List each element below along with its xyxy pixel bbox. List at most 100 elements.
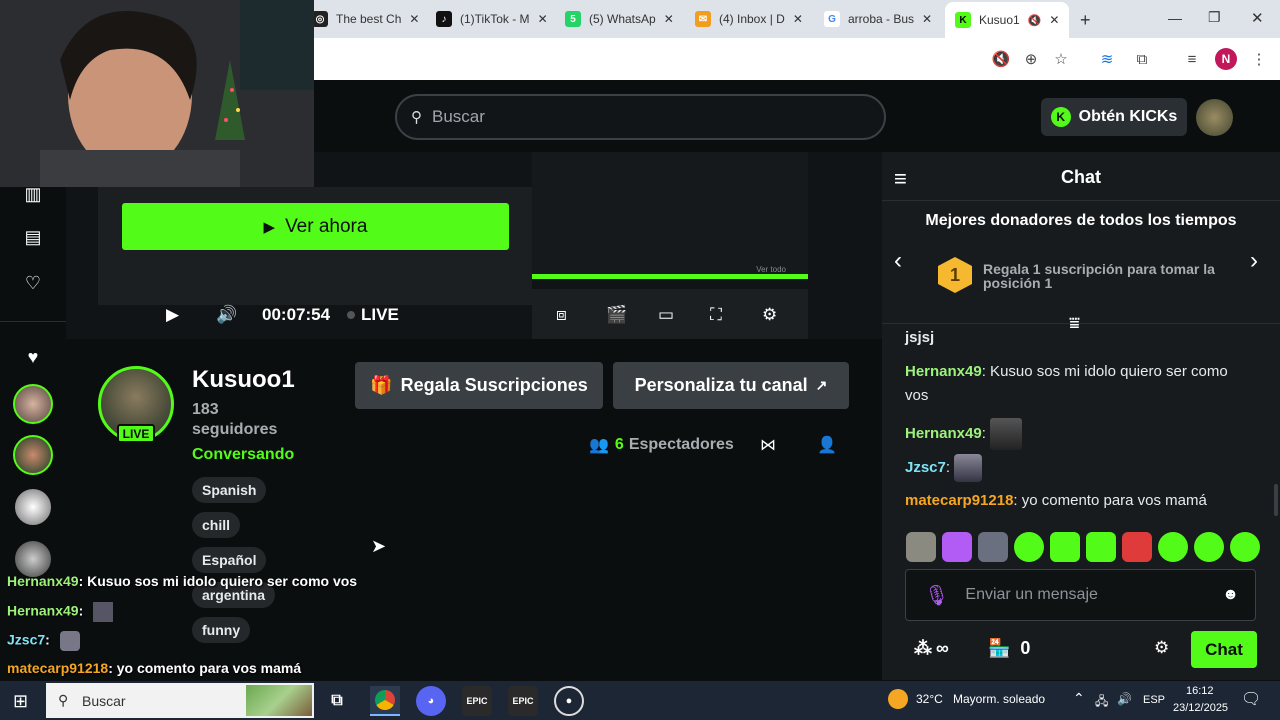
video-progress-bar[interactable]: [532, 274, 808, 279]
bookmark-star-icon[interactable]: ☆: [1050, 48, 1072, 70]
channel-name[interactable]: Kusuoo1: [192, 366, 295, 394]
emote-icon[interactable]: [1158, 532, 1188, 562]
new-tab-icon[interactable]: +: [1080, 10, 1091, 31]
network-icon[interactable]: 🖧: [1095, 692, 1108, 713]
emote-icon[interactable]: [1014, 532, 1044, 562]
watch-now-button[interactable]: ▶ Ver ahora: [122, 203, 509, 250]
chat-scrollbar[interactable]: [1274, 484, 1278, 516]
zoom-icon[interactable]: ⊕: [1020, 48, 1042, 70]
browser-tab[interactable]: ♪ (1)TikTok - M ✕: [436, 6, 548, 32]
restore-icon[interactable]: ❐: [1208, 9, 1221, 26]
followed-channel-avatar[interactable]: [13, 384, 53, 424]
browser-tab[interactable]: ◎ The best Ch ✕: [312, 6, 419, 32]
chat-username[interactable]: Hernanx49: [905, 363, 982, 380]
close-icon[interactable]: ✕: [1049, 13, 1059, 27]
language-indicator[interactable]: ESP: [1143, 694, 1165, 706]
miniplayer-icon[interactable]: ⧈: [556, 302, 567, 328]
settings-icon[interactable]: ⚙: [762, 302, 777, 328]
stream-time: 00:07:54: [262, 305, 331, 324]
play-icon: ▶: [263, 218, 276, 236]
close-icon[interactable]: ✕: [538, 12, 548, 26]
chat-send-button[interactable]: Chat: [1191, 631, 1257, 668]
play-icon[interactable]: ▶: [166, 302, 179, 328]
chat-username[interactable]: matecarp91218: [905, 492, 1013, 509]
notifications-icon[interactable]: 🗨: [1241, 689, 1261, 709]
close-icon[interactable]: ✕: [664, 12, 674, 26]
extension-wave-icon[interactable]: ≋: [1096, 48, 1118, 70]
channel-points[interactable]: ⁂ ∞: [914, 638, 949, 659]
tag-chip[interactable]: Spanish: [192, 477, 267, 503]
theater-mode-icon[interactable]: ▭: [658, 302, 674, 328]
browser-tab[interactable]: ✉ (4) Inbox | D ✕: [695, 6, 803, 32]
collapse-chat-icon[interactable]: ≡: [894, 166, 907, 192]
add-moderator-icon[interactable]: 👤: [817, 435, 837, 455]
browser-tab[interactable]: 5 (5) WhatsAp ✕: [565, 6, 674, 32]
fullscreen-icon[interactable]: ⛶: [710, 302, 722, 328]
epic-games-app-icon[interactable]: EPIC: [462, 686, 492, 716]
epic-games-app-icon[interactable]: EPIC: [508, 686, 538, 716]
viewers-label: Espectadores: [628, 436, 734, 453]
close-icon[interactable]: ✕: [922, 12, 932, 26]
profile-avatar[interactable]: N: [1215, 48, 1237, 70]
emote-icon[interactable]: [978, 532, 1008, 562]
extensions-icon[interactable]: ⧉: [1131, 48, 1153, 70]
minimize-icon[interactable]: —: [1168, 10, 1182, 26]
get-kicks-button[interactable]: K Obtén KICKs: [1041, 98, 1187, 136]
emoji-picker-icon[interactable]: ☻: [1222, 586, 1239, 604]
window-close-icon[interactable]: ✕: [1251, 9, 1264, 27]
task-view-icon[interactable]: ⧉: [322, 686, 352, 716]
obs-app-icon[interactable]: ●: [554, 686, 584, 716]
followed-channel-avatar[interactable]: [13, 435, 53, 475]
chat-message-input[interactable]: 🎙 Enviar un mensaje ☻: [905, 569, 1256, 621]
store-points[interactable]: 🏪 0: [988, 638, 1030, 659]
speaker-icon[interactable]: 🔊: [1117, 692, 1132, 706]
emote-icon: [954, 454, 983, 482]
mute-icon[interactable]: 🔇: [990, 48, 1012, 70]
following-heart-icon[interactable]: ♡: [22, 272, 44, 294]
microphone-icon[interactable]: 🎙: [924, 583, 949, 608]
user-avatar[interactable]: [1196, 99, 1233, 136]
tray-chevron-up-icon[interactable]: ⌃: [1073, 690, 1085, 707]
browser-tab-active[interactable]: K Kusuo1 🔇 ✕: [945, 2, 1070, 38]
gift-subscriptions-button[interactable]: 🎁 Regala Suscripciones: [355, 362, 603, 409]
emote-icon[interactable]: [1086, 532, 1116, 562]
videos-icon[interactable]: ▤: [22, 226, 44, 248]
volume-icon[interactable]: 🔊: [216, 302, 237, 328]
search-input[interactable]: ⚲ Buscar: [395, 94, 886, 140]
chat-username[interactable]: Hernanx49: [905, 425, 982, 442]
chevron-right-icon[interactable]: ›: [1250, 247, 1258, 275]
clip-icon[interactable]: 🎬: [606, 302, 627, 328]
emote-icon[interactable]: [1050, 532, 1080, 562]
tag-chip[interactable]: Español: [192, 547, 267, 573]
emote-icon[interactable]: [1230, 532, 1260, 562]
live-dot-icon: [347, 311, 355, 319]
emote-icon[interactable]: [942, 532, 972, 562]
chat-username[interactable]: Jzsc7: [905, 459, 946, 476]
chevron-left-icon[interactable]: ‹: [894, 247, 902, 275]
emote-icon[interactable]: [1122, 532, 1152, 562]
followed-channel-avatar[interactable]: [13, 487, 53, 527]
share-icon[interactable]: ⋈: [760, 435, 776, 455]
close-icon[interactable]: ✕: [793, 12, 803, 26]
chrome-app-icon[interactable]: [370, 686, 400, 716]
close-icon[interactable]: ✕: [409, 12, 419, 26]
customize-channel-button[interactable]: Personaliza tu canal ↗: [613, 362, 849, 409]
browser-tab[interactable]: G arroba - Bus ✕: [824, 6, 932, 32]
windows-start-icon[interactable]: ⊞: [13, 691, 28, 712]
tag-chip[interactable]: chill: [192, 512, 241, 538]
emote-icon[interactable]: [1194, 532, 1224, 562]
media-control-icon[interactable]: ≡: [1181, 48, 1203, 70]
menu-icon[interactable]: ⋮: [1248, 48, 1270, 70]
chat-settings-icon[interactable]: ⚙: [1154, 638, 1169, 658]
live-label: LIVE: [361, 305, 399, 324]
kick-icon: K: [955, 12, 971, 28]
weather-description[interactable]: Mayorm. soleado: [953, 692, 1045, 706]
clock-time[interactable]: 16:12: [1186, 685, 1214, 697]
discord-app-icon[interactable]: ◕: [416, 686, 446, 716]
taskbar-search-input[interactable]: ⚲ Buscar: [46, 683, 314, 718]
clock-date[interactable]: 23/12/2025: [1173, 702, 1228, 714]
mute-tab-icon[interactable]: 🔇: [1028, 14, 1042, 27]
cat-emote-icon[interactable]: [906, 532, 936, 562]
stream-category[interactable]: Conversando: [192, 446, 294, 464]
tag-chip[interactable]: funny: [192, 617, 251, 643]
